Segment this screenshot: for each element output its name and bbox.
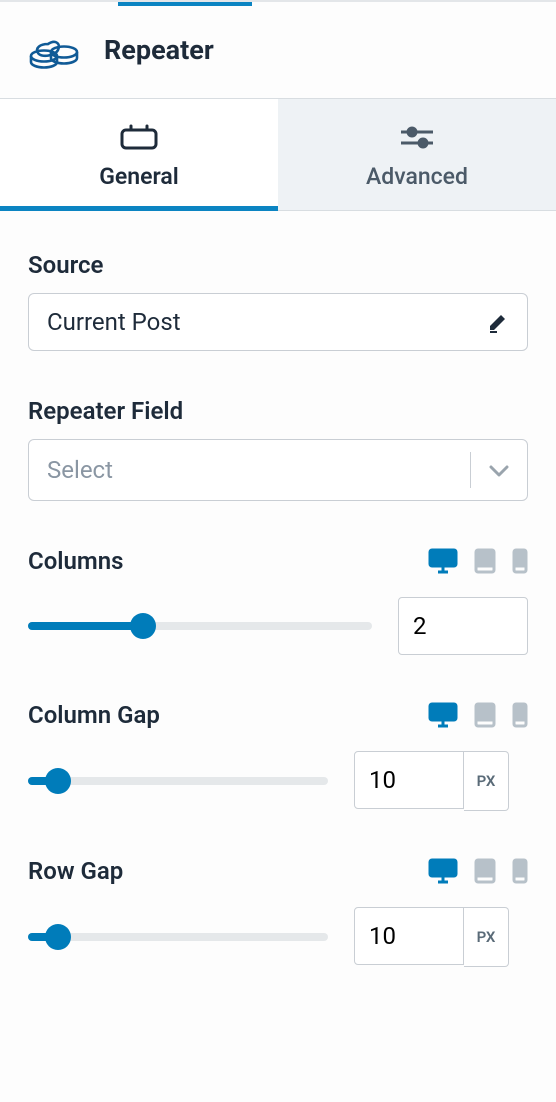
mobile-icon[interactable] [512, 702, 528, 728]
device-switcher-column-gap [428, 702, 528, 728]
tabs: General Advanced [0, 98, 556, 211]
column-gap-input[interactable] [354, 751, 464, 809]
columns-label: Columns [28, 547, 124, 575]
desktop-icon[interactable] [428, 548, 458, 574]
top-accent [118, 2, 252, 6]
row-gap-slider[interactable] [28, 933, 328, 941]
panel-body: Source Current Post Repeater Field Selec… [0, 211, 556, 1073]
tab-advanced-label: Advanced [366, 163, 468, 190]
column-gap-unit[interactable]: PX [464, 751, 509, 811]
repeater-field-field: Repeater Field Select [28, 397, 528, 501]
source-input[interactable]: Current Post [28, 293, 528, 351]
device-switcher-row-gap [428, 858, 528, 884]
mobile-icon[interactable] [512, 548, 528, 574]
repeater-field-placeholder: Select [47, 456, 456, 484]
source-label: Source [28, 251, 528, 279]
column-gap-field: Column Gap [28, 701, 528, 811]
edit-icon[interactable] [487, 311, 509, 333]
tablet-icon[interactable] [474, 858, 496, 884]
repeater-field-label: Repeater Field [28, 397, 528, 425]
columns-slider-thumb[interactable] [130, 613, 156, 639]
tab-general[interactable]: General [0, 99, 278, 210]
column-gap-slider[interactable] [28, 777, 328, 785]
desktop-icon[interactable] [428, 702, 458, 728]
tablet-icon[interactable] [474, 548, 496, 574]
row-gap-field: Row Gap [28, 857, 528, 967]
repeater-field-select[interactable]: Select [28, 439, 528, 501]
row-gap-input[interactable] [354, 907, 464, 965]
columns-slider-fill [28, 622, 143, 630]
select-separator [470, 452, 471, 488]
columns-input[interactable] [398, 597, 528, 655]
source-value: Current Post [47, 308, 181, 336]
widget-icon [119, 123, 159, 151]
tab-general-label: General [99, 163, 179, 190]
mobile-icon[interactable] [512, 858, 528, 884]
desktop-icon[interactable] [428, 858, 458, 884]
column-gap-slider-thumb[interactable] [45, 768, 71, 794]
panel-title: Repeater [104, 34, 214, 66]
row-gap-unit[interactable]: PX [464, 907, 509, 967]
device-switcher-columns [428, 548, 528, 574]
repeater-icon [28, 28, 82, 72]
source-field: Source Current Post [28, 251, 528, 351]
widget-panel: Repeater General Advanced [0, 0, 556, 1102]
row-gap-slider-thumb[interactable] [45, 924, 71, 950]
sliders-icon [397, 123, 437, 151]
chevron-down-icon [485, 456, 513, 484]
tablet-icon[interactable] [474, 702, 496, 728]
columns-field: Columns [28, 547, 528, 655]
columns-slider[interactable] [28, 622, 372, 630]
panel-header: Repeater [0, 2, 556, 98]
column-gap-label: Column Gap [28, 701, 160, 729]
row-gap-label: Row Gap [28, 857, 123, 885]
tab-advanced[interactable]: Advanced [278, 99, 556, 210]
